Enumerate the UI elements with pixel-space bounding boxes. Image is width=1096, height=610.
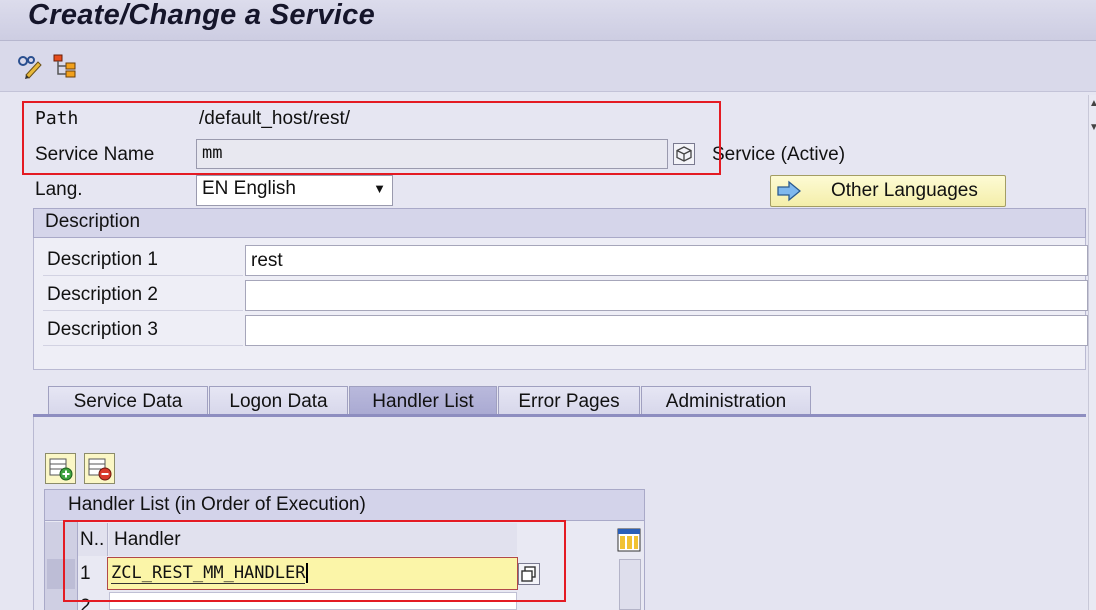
tab-underline — [33, 414, 1086, 417]
description-3-input[interactable] — [245, 315, 1088, 346]
arrow-right-icon — [777, 180, 802, 208]
insert-row-button[interactable] — [45, 453, 76, 484]
tab-error-pages[interactable]: Error Pages — [498, 386, 640, 416]
tab-logon-data[interactable]: Logon Data — [209, 386, 348, 416]
language-label: Lang. — [35, 179, 83, 200]
vertical-scrollbar[interactable] — [1088, 95, 1096, 610]
handler-table-title: Handler List (in Order of Execution) — [44, 489, 645, 521]
service-status: Service (Active) — [712, 144, 846, 165]
description-2-label: Description 2 — [43, 279, 243, 311]
scroll-up-icon[interactable]: ▲ — [1089, 98, 1096, 109]
other-languages-button[interactable]: Other Languages — [770, 175, 1006, 207]
scroll-down-icon[interactable]: ▼ — [1089, 122, 1096, 133]
tab-service-data[interactable]: Service Data — [48, 386, 208, 416]
table-settings-icon[interactable] — [617, 528, 641, 552]
page-title: Create/Change a Service — [28, 0, 376, 31]
hierarchy-icon[interactable] — [52, 53, 78, 79]
insert-row-icon — [49, 458, 73, 481]
delete-row-button[interactable] — [84, 453, 115, 484]
language-select[interactable]: EN English ▼ — [196, 175, 393, 206]
description-1-label: Description 1 — [43, 244, 243, 276]
chevron-down-icon[interactable]: ▼ — [373, 176, 386, 202]
application-toolbar — [0, 41, 1096, 92]
handler-table-title-text: Handler List (in Order of Execution) — [68, 494, 366, 515]
description-2-input[interactable] — [245, 280, 1088, 311]
description-1-input[interactable]: rest — [245, 245, 1088, 276]
description-title: Description — [45, 211, 141, 232]
other-languages-label: Other Languages — [831, 180, 978, 201]
tab-administration[interactable]: Administration — [641, 386, 811, 416]
tab-handler-list[interactable]: Handler List — [349, 386, 497, 416]
table-scrollbar[interactable] — [619, 559, 641, 610]
title-bar: Create/Change a Service — [0, 0, 1096, 41]
display-change-icon[interactable] — [16, 53, 42, 79]
description-group-title: Description — [33, 208, 1086, 238]
highlight-box-handler — [63, 520, 566, 602]
delete-row-icon — [88, 458, 112, 481]
description-3-label: Description 3 — [43, 314, 243, 346]
highlight-box-header — [22, 101, 721, 175]
language-select-value: EN English — [202, 178, 296, 199]
